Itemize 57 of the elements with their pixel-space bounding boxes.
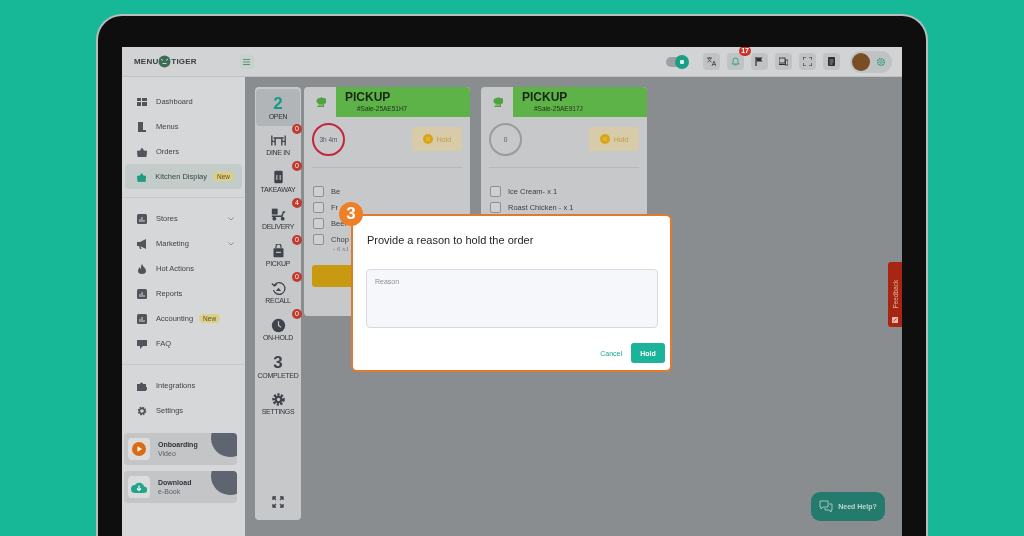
chart-icon [137,213,147,224]
basket-icon [137,171,147,182]
chat-bubbles-icon [819,500,834,513]
order-type: PICKUP [522,91,569,104]
translate-icon [707,57,716,66]
dashboard-icon [137,96,147,107]
order-count: 2 [273,95,283,112]
fullscreen-icon[interactable] [272,496,284,508]
checkbox[interactable] [490,201,501,213]
megaphone-icon [137,238,147,249]
chart-icon [137,313,147,324]
delivery-scooter-icon [270,207,286,222]
order-count: 3 [273,354,283,371]
chef-hat-icon [314,96,326,108]
checkbox[interactable] [313,201,324,213]
checkbox[interactable] [313,185,324,197]
bell-icon [731,57,740,66]
chart-icon [137,288,147,299]
notes-button[interactable] [823,53,840,70]
table-chairs-icon [270,133,286,148]
cloud-download-icon [131,481,147,493]
flame-icon [137,263,147,274]
basket-icon [137,146,147,157]
dialog-title: Provide a reason to hold the order [367,234,535,246]
avatar[interactable] [852,52,870,71]
theme-toggle[interactable] [666,56,686,67]
settings-icon [137,405,147,416]
translate-button[interactable] [703,53,720,70]
chevron-down-icon [228,216,234,221]
logo-text: MENU [134,57,159,66]
pause-dot-icon [599,134,610,144]
flag-button[interactable] [751,53,768,70]
notes-icon [827,57,836,66]
fullscreen-icon [803,57,812,66]
order-type: PICKUP [345,91,392,104]
pause-dot-icon [422,134,433,144]
menu-icon [243,58,251,65]
chef-hat-icon [491,96,503,108]
menu-card-icon [137,121,147,132]
fullscreen-button[interactable] [799,53,816,70]
checkbox[interactable] [313,217,324,229]
settings-icon[interactable] [876,56,886,67]
tiger-logo-icon [158,55,172,68]
clock-icon [270,318,286,333]
flag-icon [755,57,764,66]
menu-button[interactable] [239,54,254,69]
checkbox[interactable] [490,185,501,197]
devices-button[interactable] [775,53,792,70]
settings-icon [270,392,286,407]
logo-text: TIGER [171,57,197,66]
play-icon [132,442,146,456]
edit-icon [892,317,898,323]
recall-icon [270,281,286,296]
bell-button[interactable] [727,53,744,70]
checkbox[interactable] [313,233,324,245]
devices-icon [779,57,788,66]
chevron-down-icon [228,241,234,246]
